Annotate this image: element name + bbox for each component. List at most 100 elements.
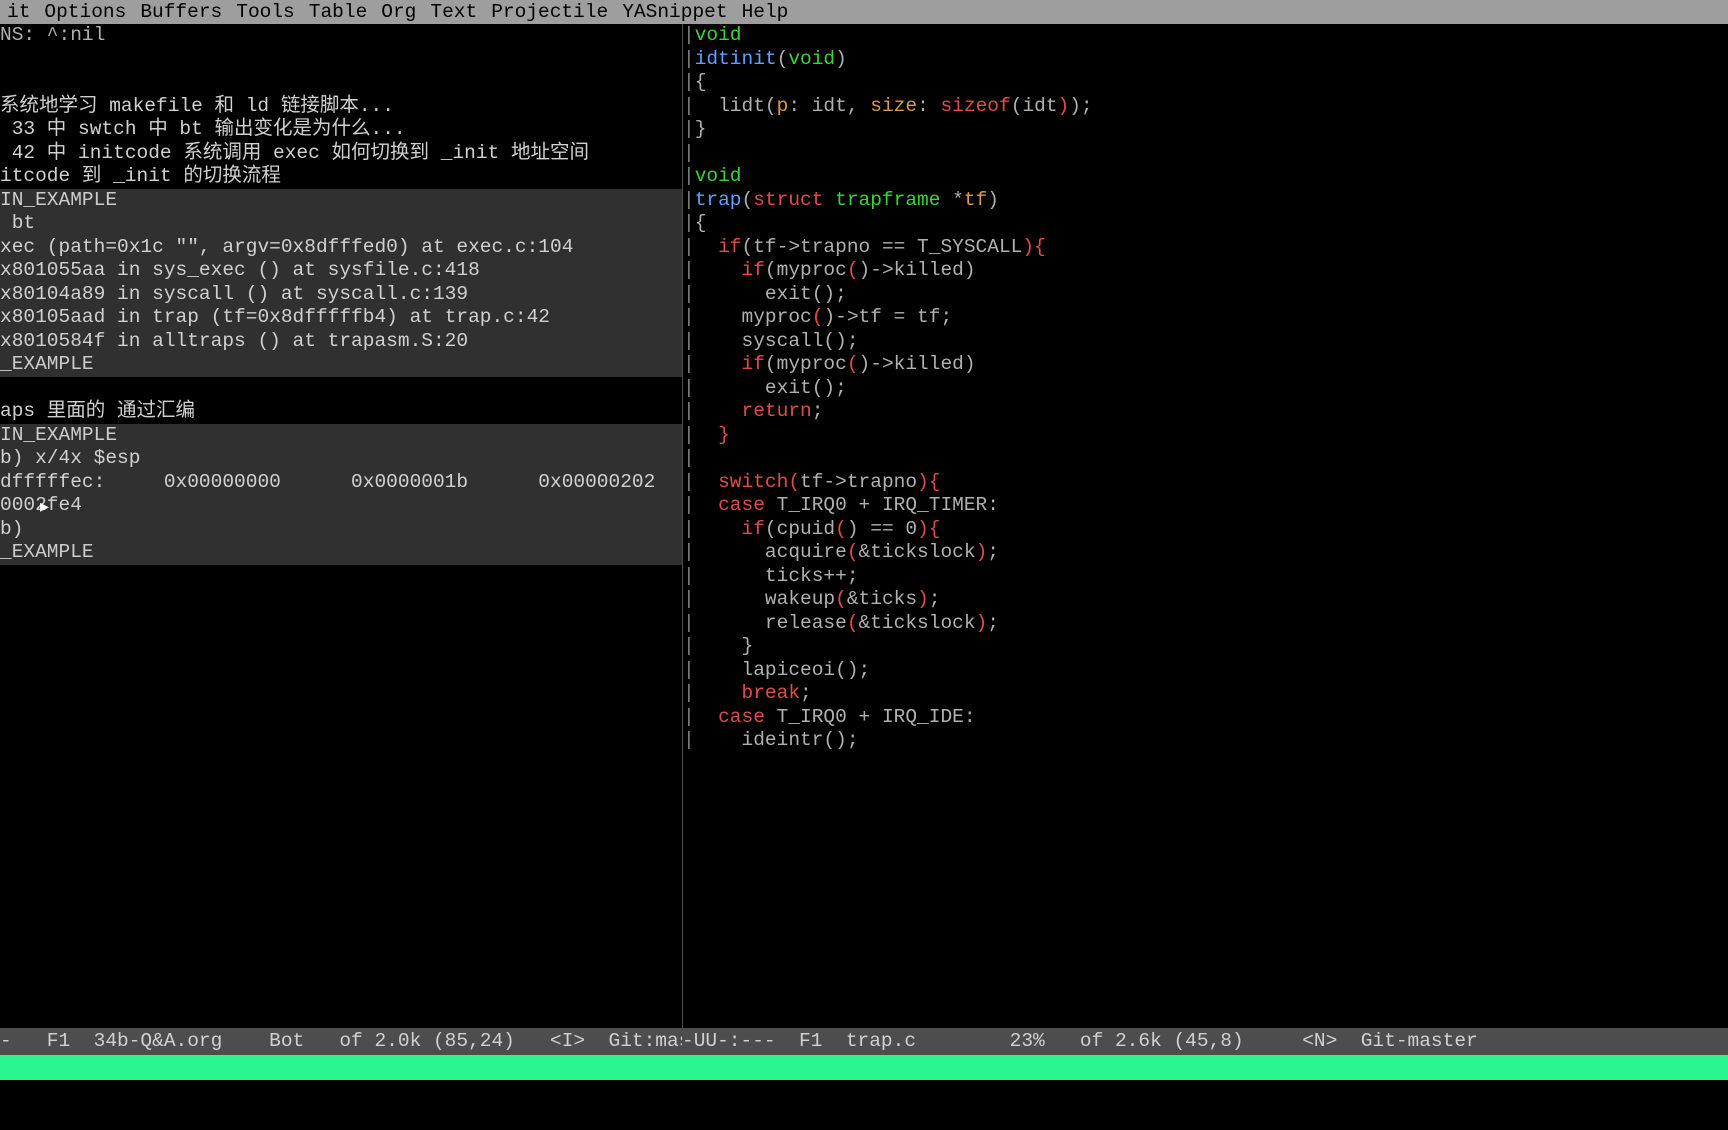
menu-org[interactable]: Org [374,0,423,24]
text-line: _EXAMPLE [0,353,682,377]
gutter-separator: | [683,165,695,187]
code-line: |idtinit(void) [683,48,1728,72]
menu-text[interactable]: Text [423,0,484,24]
gutter-separator: | [683,471,695,493]
gutter-separator: | [683,541,695,563]
tmux-right-status: emacs -n [1632,1105,1728,1130]
text-line: dfffffec: 0x00000000 0x0000001b 0x000002… [0,471,682,495]
gutter-separator: | [683,24,695,46]
menu-it[interactable]: it [0,0,37,24]
gutter-separator: | [683,377,695,399]
menu-yasnippet[interactable]: YASnippet [615,0,734,24]
code-line: |void [683,165,1728,189]
text-line: xec (path=0x1c "", argv=0x8dfffed0) at e… [0,236,682,260]
gutter-separator: | [683,729,695,751]
code-line: | switch(tf->trapno){ [683,471,1728,495]
text-line: itcode 到 _init 的切换流程 [0,165,682,189]
gutter-separator: | [683,71,695,93]
text-line: IN_EXAMPLE [0,424,682,448]
code-line: | syscall(); [683,330,1728,354]
gutter-separator: | [683,48,695,70]
menu-options[interactable]: Options [37,0,133,24]
gutter-separator: | [683,659,695,681]
code-line: | if(cpuid() == 0){ [683,518,1728,542]
code-line: | if(myproc()->killed) [683,259,1728,283]
gutter-separator: | [683,565,695,587]
gutter-separator: | [683,424,695,446]
gutter-separator: | [683,118,695,140]
menu-help[interactable]: Help [735,0,796,24]
code-line: |void [683,24,1728,48]
code-line: |} [683,118,1728,142]
text-line: x801055aa in sys_exec () at sysfile.c:41… [0,259,682,283]
code-line: | myproc()->tf = tf; [683,306,1728,330]
code-line: | wakeup(&ticks); [683,588,1728,612]
text-line [0,377,682,401]
gutter-separator: | [683,682,695,704]
text-line: 33 中 swtch 中 bt 输出变化是为什么... [0,118,682,142]
text-line [0,48,682,72]
gutter-separator: | [683,306,695,328]
code-line: | break; [683,682,1728,706]
main-split: NS: ^:nil 系统地学习 makefile 和 ld 链接脚本... 33 … [0,24,1728,1028]
menu-buffers[interactable]: Buffers [133,0,229,24]
gutter-separator: | [683,588,695,610]
text-line: NS: ^:nil [0,24,682,48]
tmux-windows[interactable]: 0:emacs* 1:gdb-Z 2:zsh [23,1081,280,1103]
text-line: 0002fe4 [0,494,682,518]
code-line: |{ [683,71,1728,95]
code-line: |{ [683,212,1728,236]
gutter-separator: | [683,212,695,234]
code-line: | lidt(p: idt, size: sizeof(idt)); [683,95,1728,119]
text-line: 42 中 initcode 系统调用 exec 如何切换到 _init 地址空间 [0,142,682,166]
code-line: | if(tf->trapno == T_SYSCALL){ [683,236,1728,260]
gutter-separator: | [683,612,695,634]
gutter-separator: | [683,447,695,469]
code-line: | exit(); [683,283,1728,307]
code-line: | return; [683,400,1728,424]
text-line: aps 里面的 通过汇编 [0,400,682,424]
menu-tools[interactable]: Tools [229,0,302,24]
gutter-separator: | [683,330,695,352]
menu-projectile[interactable]: Projectile [484,0,615,24]
code-line: | } [683,635,1728,659]
gutter-separator: | [683,95,695,117]
mouse-cursor: ▸ [40,498,49,520]
mode-line-left: - F1 34b-Q&A.org Bot of 2.0k (85,24) <I>… [0,1028,682,1055]
right-pane-code-buffer[interactable]: |void|idtinit(void)|{| lidt(p: idt, size… [682,24,1728,1028]
code-line: | acquire(&tickslock); [683,541,1728,565]
text-line: b) [0,518,682,542]
code-line: | lapiceoi(); [683,659,1728,683]
code-line: | [683,447,1728,471]
gutter-separator: | [683,259,695,281]
text-line: bt [0,212,682,236]
gutter-separator: | [683,353,695,375]
text-line [0,71,682,95]
text-line: 系统地学习 makefile 和 ld 链接脚本... [0,95,682,119]
left-pane-org-buffer[interactable]: NS: ^:nil 系统地学习 makefile 和 ld 链接脚本... 33 … [0,24,682,1028]
code-line: | [683,142,1728,166]
code-line: | case T_IRQ0 + IRQ_TIMER: [683,494,1728,518]
code-line: |trap(struct trapframe *tf) [683,189,1728,213]
text-line: x80105aad in trap (tf=0x8dfffffb4) at tr… [0,306,682,330]
text-line: x80104a89 in syscall () at syscall.c:139 [0,283,682,307]
code-line: | } [683,424,1728,448]
text-line: b) x/4x $esp [0,447,682,471]
gutter-separator: | [683,236,695,258]
code-line: | ticks++; [683,565,1728,589]
menu-table[interactable]: Table [302,0,375,24]
gutter-separator: | [683,518,695,540]
text-line: IN_EXAMPLE [0,189,682,213]
gutter-separator: | [683,283,695,305]
tmux-status-bar: 0:emacs* 1:gdb-Z 2:zsh emacs -n [0,1055,1728,1080]
code-line: | release(&tickslock); [683,612,1728,636]
text-line: _EXAMPLE [0,541,682,565]
gutter-separator: | [683,400,695,422]
code-line: | exit(); [683,377,1728,401]
gutter-separator: | [683,706,695,728]
gutter-separator: | [683,635,695,657]
mode-line-right: -UU-:--- F1 trap.c 23% of 2.6k (45,8) <N… [682,1028,1728,1055]
text-line: x8010584f in alltraps () at trapasm.S:20 [0,330,682,354]
code-line: | case T_IRQ0 + IRQ_IDE: [683,706,1728,730]
gutter-separator: | [683,494,695,516]
